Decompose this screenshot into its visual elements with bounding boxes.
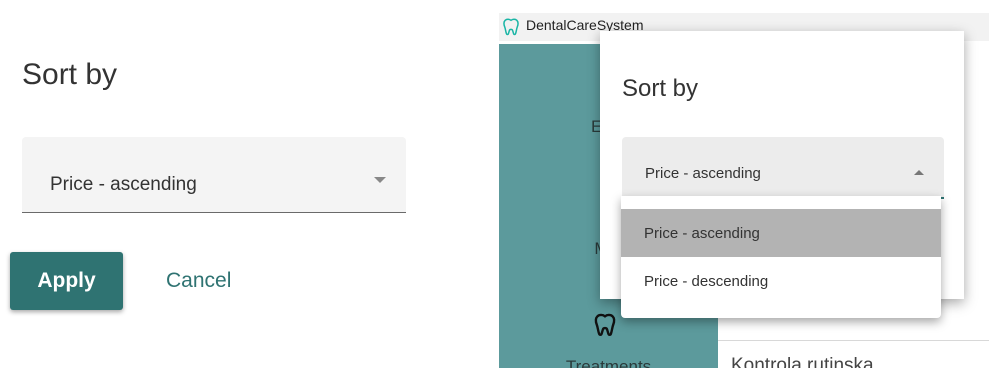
apply-button[interactable]: Apply (10, 252, 123, 310)
sort-options-menu: Price - ascending Price - descending (621, 196, 941, 318)
caret-down-icon (374, 177, 386, 183)
sort-select-value: Price - ascending (645, 165, 761, 182)
dialog-title: Sort by (22, 58, 118, 91)
tooth-icon (594, 313, 616, 336)
option-price-ascending[interactable]: Price - ascending (621, 209, 941, 257)
sort-dialog-collapsed: Sort by Price - ascending Apply Cancel (0, 0, 440, 368)
sort-select[interactable]: Price - ascending (622, 137, 944, 199)
sidebar-item-treatments[interactable]: Treatments (499, 357, 718, 368)
sort-select[interactable]: Price - ascending (22, 137, 406, 213)
caret-up-icon (914, 170, 924, 175)
cancel-button[interactable]: Cancel (146, 252, 251, 310)
tooth-logo-icon (503, 18, 519, 36)
dialog-title: Sort by (622, 75, 699, 102)
option-price-descending[interactable]: Price - descending (621, 257, 941, 305)
table-row[interactable]: Kontrola rutinska (731, 355, 874, 368)
app-window: DentalCareSystem Emp Mat Treatments Name… (499, 0, 989, 368)
sort-select-value: Price - ascending (50, 174, 197, 195)
divider (718, 340, 989, 341)
